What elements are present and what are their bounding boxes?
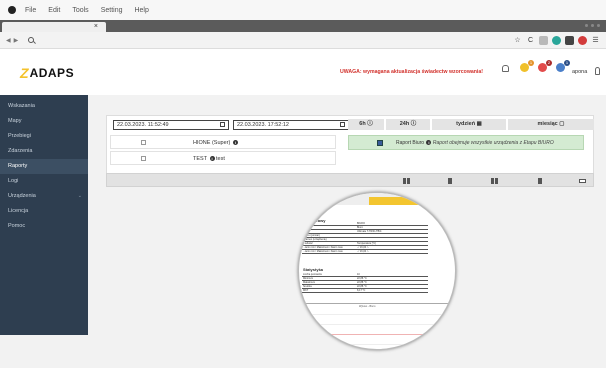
alarm-blue-icon[interactable]: 1 xyxy=(556,60,570,73)
report-email-icon[interactable] xyxy=(579,177,586,184)
alarm-red-icon[interactable]: 2 xyxy=(538,60,552,73)
device-label: HIONE (Super) i xyxy=(193,140,238,146)
window-controls[interactable] xyxy=(585,24,600,27)
preview-stats-table: Liczba pomiarów 10 Minimum 22,88 °C Maksim… xyxy=(302,273,428,293)
preview-chart: Wykres - Biuro xyxy=(303,303,453,349)
calendar-icon[interactable] xyxy=(220,122,225,127)
device-row-hione[interactable]: HIONE (Super) i xyxy=(110,135,336,149)
sidebar-item-label: Urządzenia xyxy=(8,193,36,199)
sidebar-item-label: Logi xyxy=(8,178,19,184)
user-name[interactable]: apona xyxy=(572,69,587,75)
reload-icon[interactable]: C xyxy=(526,36,535,45)
sidebar-item-urzadzenia[interactable]: Urządzenia ⌄ xyxy=(0,189,88,204)
sidebar-item-label: Wskazania xyxy=(8,103,35,109)
range-6h-button[interactable]: 6h ⓘ xyxy=(348,119,384,130)
info-icon[interactable]: i xyxy=(209,156,215,162)
app-header: Z ADAPS UWAGA: wymagana aktualizacja świ… xyxy=(0,49,606,95)
preview-row: ...larm min / Maksimum / Alarm max - / 16… xyxy=(302,250,428,254)
sidebar-item-label: Przebiegi xyxy=(8,133,31,139)
preview-yellow-bar xyxy=(369,197,429,205)
browser-tab-strip: × xyxy=(0,20,606,32)
report-action-bar xyxy=(106,173,594,187)
extension-red-icon[interactable] xyxy=(578,36,587,45)
sidebar-item-label: Pomoc xyxy=(8,223,26,229)
adaps-logo[interactable]: Z ADAPS xyxy=(20,65,74,81)
tab-close-icon[interactable]: × xyxy=(94,23,98,30)
sidebar-item-przebiegi[interactable]: Przebiegi xyxy=(0,129,88,144)
browser-toolbar: ☆ C ☰ xyxy=(513,36,600,45)
logo-z-mark: Z xyxy=(20,65,29,81)
back-arrow-icon[interactable]: ◀ xyxy=(6,37,11,44)
sidebar-item-label: Raporty xyxy=(8,163,28,169)
sidebar-item-licencja[interactable]: Licencja xyxy=(0,204,88,219)
extension-gray-icon[interactable] xyxy=(539,36,548,45)
range-24h-button[interactable]: 24h ⓘ xyxy=(386,119,430,130)
menu-edit[interactable]: Edit xyxy=(48,7,60,14)
sidebar-item-label: Zdarzenia xyxy=(8,148,33,154)
menu-file[interactable]: File xyxy=(25,7,36,14)
badge-count: 2 xyxy=(546,60,552,66)
sidebar-item-wskazania[interactable]: Wskazania xyxy=(0,99,88,114)
os-logo-icon[interactable] xyxy=(8,6,16,14)
calibration-warning[interactable]: UWAGA: wymagana aktualizacja świadectw w… xyxy=(340,69,483,75)
sidebar-item-label: Licencja xyxy=(8,208,29,214)
sidebar-item-raporty[interactable]: Raporty xyxy=(0,159,88,174)
device-row-test[interactable]: TEST i test xyxy=(110,151,336,165)
sidebar-item-zdarzenia[interactable]: Zdarzenia xyxy=(0,144,88,159)
forward-arrow-icon[interactable]: ▶ xyxy=(14,37,19,44)
extension-dark-icon[interactable] xyxy=(565,36,574,45)
browser-address-bar: ◀ ▶ ☆ C ☰ xyxy=(0,32,606,49)
sidebar-item-label: Mapy xyxy=(8,118,22,124)
preview-chart-title: Wykres - Biuro xyxy=(359,305,376,308)
user-icon[interactable] xyxy=(595,67,600,75)
report-pdf-icon[interactable] xyxy=(447,177,454,184)
range-week-button[interactable]: tydzień ▦ xyxy=(432,119,506,130)
sidebar-item-logi[interactable]: Logi xyxy=(0,174,88,189)
report-biuro-row[interactable]: Raport Biuro i Raport obejmuje wszystkie… xyxy=(348,135,584,150)
preview-info-table: BIURO Biuro Ultimate T-Hi/3C-TB/4 ...mex… xyxy=(302,222,428,254)
report-preview-magnifier: ...rawy BIURO Biuro Ultimate T-Hi/3C-TB/… xyxy=(298,192,456,350)
info-icon[interactable]: i xyxy=(426,140,432,146)
preview-row: MKT 8,17 °C xyxy=(302,289,428,293)
range-month-button[interactable]: miesiąc ▢ xyxy=(508,119,594,130)
date-from-value: 22.03.2023. 11:52:49 xyxy=(117,122,169,128)
chevron-down-icon: ⌄ xyxy=(77,193,82,199)
report-multi-pdf-icon[interactable] xyxy=(403,177,410,184)
report-label: Raport Biuro i Raport obejmuje wszystkie… xyxy=(396,140,554,146)
extension-teal-icon[interactable] xyxy=(552,36,561,45)
device-checkbox[interactable] xyxy=(141,140,146,145)
search-icon xyxy=(28,37,35,43)
badge-count: 1 xyxy=(564,60,570,66)
star-icon[interactable]: ☆ xyxy=(513,36,522,45)
date-to-value: 22.03.2023. 17:52:12 xyxy=(237,122,289,128)
report-multi-csv-icon[interactable] xyxy=(491,177,498,184)
report-csv-icon[interactable] xyxy=(537,177,544,184)
alarm-yellow-icon[interactable]: 1 xyxy=(520,60,534,73)
date-from-input[interactable]: 22.03.2023. 11:52:49 xyxy=(113,120,229,130)
sidebar-item-pomoc[interactable]: Pomoc xyxy=(0,219,88,234)
preview-chart-line xyxy=(303,334,453,335)
browser-menu-icon[interactable]: ☰ xyxy=(591,36,600,45)
browser-tab[interactable]: × xyxy=(2,22,106,32)
device-label: TEST i test xyxy=(193,156,225,162)
menu-tools[interactable]: Tools xyxy=(72,7,88,14)
menu-setting[interactable]: Setting xyxy=(101,7,123,14)
os-menu-bar: File Edit Tools Setting Help xyxy=(0,0,606,20)
calendar-icon[interactable] xyxy=(340,122,345,127)
bell-icon[interactable] xyxy=(502,63,512,73)
sidebar: Wskazania Mapy Przebiegi Zdarzenia Rapor… xyxy=(0,95,88,335)
info-icon[interactable]: i xyxy=(232,140,238,146)
device-checkbox[interactable] xyxy=(141,156,146,161)
menu-help[interactable]: Help xyxy=(134,7,148,14)
preview-stats-title: Statystyka xyxy=(303,267,324,272)
url-input[interactable] xyxy=(40,34,441,46)
logo-text: ADAPS xyxy=(29,66,75,80)
date-to-input[interactable]: 22.03.2023. 17:52:12 xyxy=(233,120,349,130)
badge-count: 1 xyxy=(528,60,534,66)
sidebar-item-mapy[interactable]: Mapy xyxy=(0,114,88,129)
report-checkbox[interactable] xyxy=(377,140,383,146)
